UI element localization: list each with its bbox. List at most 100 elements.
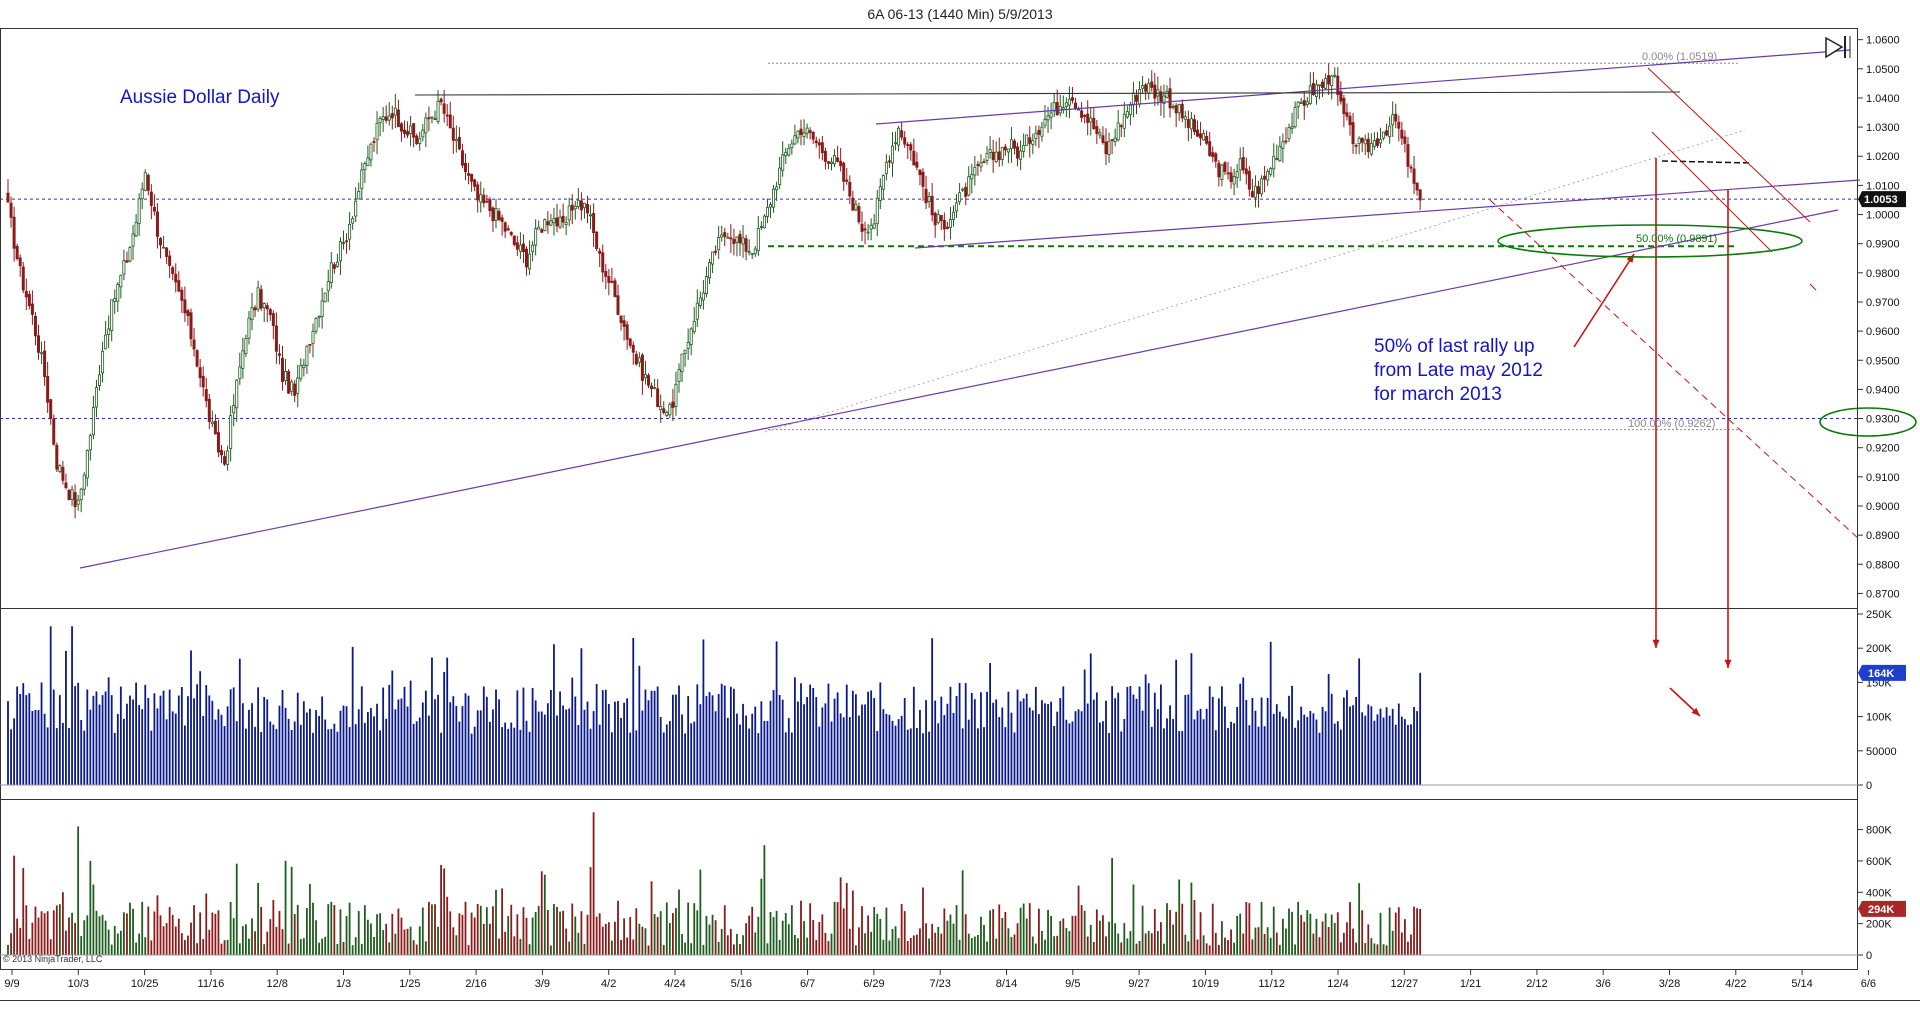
indicator-bar bbox=[513, 936, 516, 955]
indicator-bar bbox=[49, 939, 52, 955]
volume-bar bbox=[565, 709, 568, 785]
volume-bar bbox=[1083, 669, 1086, 785]
candle-body bbox=[351, 218, 355, 224]
indicator-bar bbox=[946, 920, 949, 955]
candle-body bbox=[525, 248, 529, 268]
volume-bar bbox=[1278, 711, 1281, 785]
candle-body bbox=[915, 161, 919, 168]
price-tick-label: 0.9600 bbox=[1866, 326, 1900, 338]
indicator-bar bbox=[1321, 921, 1324, 955]
indicator-tick-label: 200K bbox=[1866, 919, 1892, 931]
candle-body bbox=[1415, 182, 1419, 191]
candle-body bbox=[1116, 122, 1120, 141]
indicator-bar bbox=[415, 944, 418, 955]
indicator-bar bbox=[598, 913, 601, 955]
candle-body bbox=[210, 421, 214, 425]
indicator-bar bbox=[1187, 941, 1190, 955]
candle-body bbox=[1138, 89, 1142, 105]
volume-bar bbox=[1196, 710, 1199, 785]
volume-bar bbox=[1141, 710, 1144, 785]
candle-body bbox=[1022, 145, 1026, 152]
volume-bar bbox=[1147, 683, 1150, 785]
volume-bar bbox=[949, 686, 952, 785]
volume-bar bbox=[226, 706, 229, 785]
indicator-bar bbox=[781, 920, 784, 955]
volume-bar bbox=[797, 701, 799, 785]
indicator-bar bbox=[1074, 915, 1077, 955]
indicator-bar bbox=[434, 904, 436, 955]
candle-body bbox=[1208, 141, 1212, 156]
drawing-objects[interactable] bbox=[79, 49, 1917, 717]
candle-body bbox=[341, 241, 345, 244]
candle-body bbox=[1226, 172, 1230, 175]
indicator-bar bbox=[504, 931, 507, 955]
indicator-bar bbox=[1059, 920, 1062, 955]
indicator-bar bbox=[150, 940, 153, 955]
trading-chart[interactable]: 1.0600 1.0500 1.0400 1.0300 1.0200 1.0100 1.00… bbox=[0, 0, 1920, 1020]
volume-bar bbox=[717, 693, 720, 785]
indicator-bar bbox=[556, 906, 558, 955]
volume-bar bbox=[1309, 710, 1312, 785]
volume-bar bbox=[903, 698, 906, 785]
volume-bar bbox=[135, 682, 137, 785]
candle-body bbox=[860, 223, 864, 232]
candle-body bbox=[1357, 137, 1361, 144]
candle-body bbox=[1000, 147, 1004, 160]
volume-bar bbox=[434, 699, 436, 785]
volume-bar bbox=[306, 712, 308, 785]
indicator-bar bbox=[1004, 911, 1007, 955]
indicator-bar bbox=[1199, 912, 1202, 955]
indicator-bar bbox=[1272, 906, 1275, 955]
indicator-bar bbox=[196, 943, 198, 955]
volume-bar bbox=[1041, 700, 1043, 785]
volume-bar bbox=[1211, 696, 1214, 785]
volume-bar bbox=[1214, 730, 1217, 785]
indicator-bar bbox=[1150, 933, 1153, 955]
volume-bar bbox=[833, 698, 836, 785]
candle-body bbox=[982, 161, 986, 163]
indicator-bar bbox=[495, 889, 497, 955]
volume-bar bbox=[760, 701, 763, 785]
candle-body bbox=[799, 128, 803, 135]
volume-bar bbox=[583, 709, 586, 785]
indicator-bar bbox=[275, 926, 278, 955]
candle-body bbox=[247, 317, 251, 339]
indicator-bar bbox=[589, 867, 592, 955]
candle-body bbox=[653, 387, 657, 390]
indicator-bar bbox=[58, 904, 61, 955]
volume-bar bbox=[1132, 694, 1135, 785]
candle-body bbox=[40, 352, 44, 355]
indicator-bar bbox=[235, 863, 238, 955]
indicator-bar bbox=[1245, 902, 1248, 955]
candle-body bbox=[912, 150, 916, 166]
volume-bar bbox=[815, 697, 818, 785]
indicator-bar bbox=[132, 908, 134, 955]
indicator-bar bbox=[571, 903, 574, 955]
volume-bar bbox=[1407, 725, 1409, 785]
indicator-bar bbox=[376, 914, 378, 955]
volume-bar bbox=[309, 708, 311, 785]
volume-bar bbox=[1382, 717, 1385, 785]
indicator-tick-label: 800K bbox=[1866, 825, 1892, 837]
candle-body bbox=[27, 293, 31, 307]
candle-body bbox=[323, 292, 327, 303]
volume-bar bbox=[1160, 684, 1162, 785]
candle-body bbox=[219, 450, 223, 456]
volume-bar bbox=[977, 728, 979, 785]
candle-body bbox=[406, 131, 410, 136]
indicator-bar bbox=[449, 911, 452, 955]
volume-bar bbox=[208, 695, 211, 785]
indicator-bar bbox=[1263, 934, 1266, 955]
indicator-bar bbox=[101, 914, 104, 955]
volume-bar bbox=[449, 702, 452, 785]
price-tick-label: 0.9000 bbox=[1866, 501, 1900, 513]
volume-bar bbox=[784, 732, 787, 785]
candle-body bbox=[1074, 102, 1078, 109]
chart-trader-icon[interactable] bbox=[1825, 36, 1851, 59]
current-volume-tag: 164K bbox=[1858, 664, 1906, 681]
volume-bar bbox=[720, 683, 723, 785]
volume-bar bbox=[458, 721, 461, 785]
indicator-bar bbox=[1147, 930, 1150, 955]
indicator-bar bbox=[135, 942, 137, 955]
candle-body bbox=[326, 281, 330, 292]
